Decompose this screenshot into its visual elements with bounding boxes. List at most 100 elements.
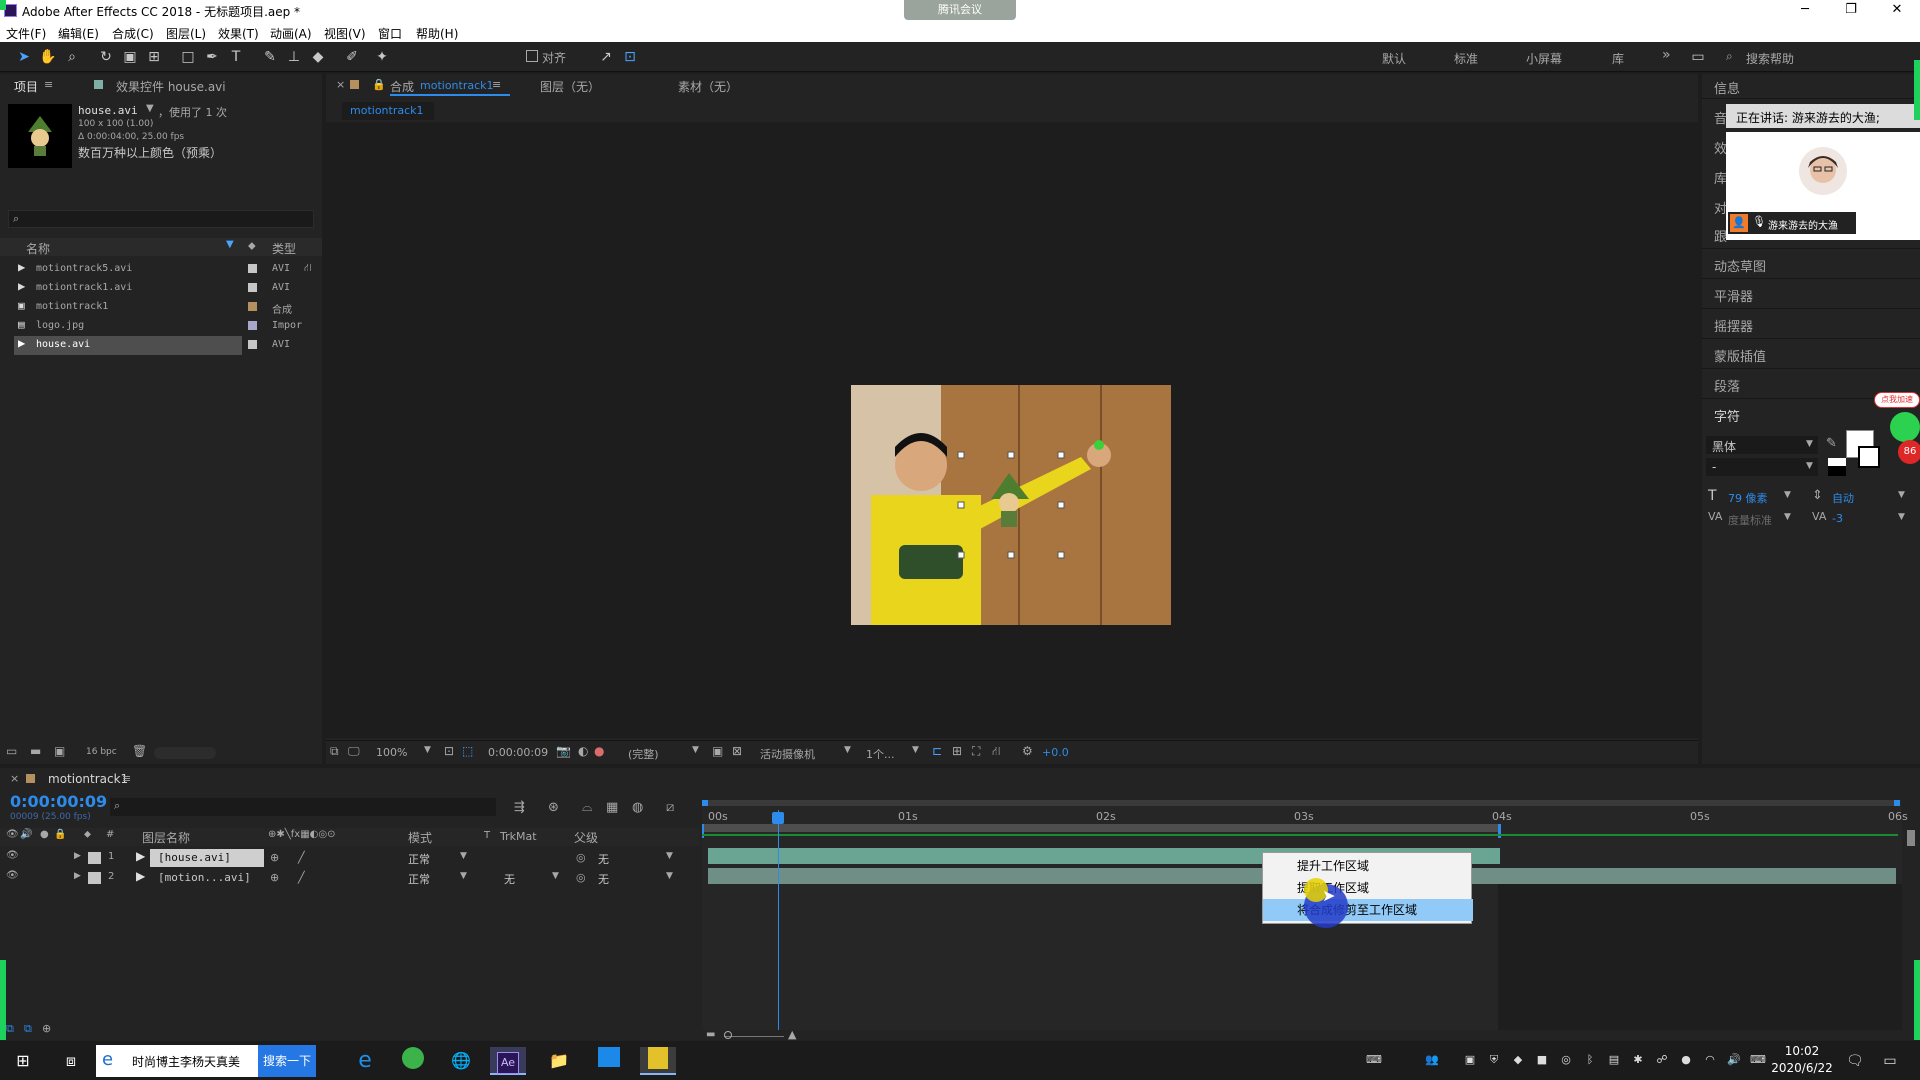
pickwhip-icon[interactable]: ◎	[576, 851, 586, 864]
views-dropdown-icon[interactable]: ▼	[912, 745, 919, 755]
clock-date[interactable]: 2020/6/22	[1764, 1061, 1840, 1075]
menu-animation[interactable]: 动画(A)	[270, 25, 312, 42]
menu-view[interactable]: 视图(V)	[324, 25, 366, 42]
close-tab-icon[interactable]: ×	[336, 78, 345, 91]
eraser-tool-icon[interactable]: ◆	[308, 47, 328, 67]
mask-interpolation-panel-tab[interactable]: 蒙版插值	[1714, 346, 1766, 365]
column-name[interactable]: 名称	[26, 240, 50, 257]
label-color-swatch[interactable]	[248, 283, 257, 292]
shy-switch-icon[interactable]: ⊕	[270, 851, 279, 864]
timing-toggle-icon[interactable]: ⊕	[42, 1022, 51, 1035]
tab-layer[interactable]: 图层（无）	[540, 78, 600, 95]
frame-blending-icon[interactable]: ▦	[606, 800, 618, 815]
search-help-field[interactable]: ⌕ 搜索帮助	[1722, 48, 1912, 66]
layer-mode[interactable]: 正常	[408, 851, 430, 867]
tray-nvidia-icon[interactable]: ■	[1534, 1053, 1550, 1069]
close-tab-icon[interactable]: ×	[10, 772, 19, 785]
quality-select[interactable]: (完整)	[628, 746, 659, 762]
layer-switches-toggle-icon[interactable]: ⧉	[6, 1022, 14, 1036]
project-item-selected[interactable]: ▶ house.avi AVI	[0, 336, 322, 355]
tray-shield-icon[interactable]: ◆	[1510, 1053, 1526, 1069]
wiggler-panel-tab[interactable]: 摇摆器	[1714, 316, 1753, 335]
globe-app-icon[interactable]: 🌐	[446, 1047, 476, 1075]
work-area-bar[interactable]	[702, 824, 1498, 832]
resolution-icon[interactable]: ⊡	[444, 744, 454, 758]
switches-header-icon[interactable]: ⊕✱╲fx▦◐◎⊙	[268, 829, 336, 840]
recorder-app-icon[interactable]	[640, 1047, 676, 1075]
column-type[interactable]: 类型	[272, 240, 296, 257]
eyedropper-icon[interactable]: ✎	[1826, 436, 1837, 451]
speed-ball[interactable]	[1890, 412, 1920, 442]
snap-icon[interactable]: ↗	[596, 47, 616, 67]
thumbnail-slider[interactable]	[154, 747, 216, 759]
tracking-dropdown-icon[interactable]: ▼	[1898, 512, 1905, 522]
asset-dropdown-icon[interactable]: ▼	[146, 103, 154, 114]
video-visible-icon[interactable]: 👁	[6, 870, 19, 881]
label-color-swatch[interactable]	[248, 340, 257, 349]
roto-brush-tool-icon[interactable]: ✐	[342, 47, 362, 67]
layer-row[interactable]: 👁 ▶ 1 ▶ [house.avi] ⊕ ╱ 正常 ▼ ◎ 无 ▼	[0, 848, 700, 868]
zoom-select[interactable]: 100%	[376, 746, 407, 759]
notification-icon[interactable]: ▭	[1882, 1053, 1898, 1069]
expand-layer-icon[interactable]: ▶	[74, 851, 81, 861]
taskbar-search-button[interactable]: 搜索一下	[258, 1045, 316, 1077]
column-mode[interactable]: 模式	[408, 829, 432, 846]
always-preview-icon[interactable]: ⧉	[330, 744, 339, 759]
minimize-button[interactable]: ─	[1782, 0, 1828, 22]
menu-window[interactable]: 窗口	[378, 25, 402, 42]
action-center-icon[interactable]: 🗨	[1846, 1053, 1864, 1069]
video-switch-icon[interactable]: 👁	[6, 829, 19, 840]
label-column-icon[interactable]: ⬥	[248, 239, 256, 253]
layer-row[interactable]: 👁 ▶ 2 ▶ [motion...avi] ⊕ ╱ 正常 ▼ 无 ▼ ◎ 无 …	[0, 868, 700, 888]
interpret-footage-icon[interactable]: ▭	[6, 744, 17, 758]
task-view-icon[interactable]: ⧈	[56, 1047, 86, 1075]
wechat-icon[interactable]	[398, 1047, 428, 1075]
panel-menu-icon[interactable]: ≡	[122, 772, 131, 785]
workspace-overflow-icon[interactable]: »	[1662, 47, 1671, 63]
column-trkmat[interactable]: TrkMat	[500, 830, 537, 843]
transparency-grid-icon[interactable]: ⊠	[732, 744, 742, 758]
comp-tab-prefix[interactable]: 合成	[390, 78, 414, 95]
menu-composition[interactable]: 合成(C)	[112, 25, 154, 42]
stroke-color-box[interactable]	[1858, 446, 1880, 468]
comp-mini-flowchart-icon[interactable]: ⇶	[514, 800, 525, 815]
snap-target-icon[interactable]: ⊡	[620, 47, 640, 67]
comp-flowchart-icon[interactable]: ⛶	[972, 744, 980, 759]
new-folder-icon[interactable]: ▬	[30, 744, 41, 758]
menu-item-trim-comp-to-work-area[interactable]: 将合成修剪至工作区域	[1263, 899, 1473, 921]
kerning-dropdown-icon[interactable]: ▼	[1784, 512, 1791, 522]
video-visible-icon[interactable]: 👁	[6, 850, 19, 861]
column-layer-name[interactable]: 图层名称	[142, 829, 190, 846]
zoom-dropdown-icon[interactable]: ▼	[424, 745, 431, 755]
solo-switch-icon[interactable]: ●	[40, 829, 49, 840]
paragraph-panel-tab[interactable]: 段落	[1714, 376, 1740, 395]
info-panel-tab[interactable]: 信息	[1714, 78, 1740, 97]
shy-layers-icon[interactable]: ⌓	[582, 800, 592, 815]
font-size-dropdown-icon[interactable]: ▼	[1784, 490, 1791, 500]
label-color-swatch[interactable]	[248, 264, 257, 273]
project-search-input[interactable]: ⌕	[8, 210, 314, 228]
timeline-search-input[interactable]: ⌕	[110, 798, 496, 816]
video-call-window[interactable]: 👤 🎙 游来游去的大渔	[1726, 132, 1920, 240]
fast-preview-icon[interactable]: ⊏	[932, 744, 942, 758]
show-channel-icon[interactable]: ◐	[578, 744, 588, 758]
layer-name[interactable]: [house.avi]	[158, 851, 231, 864]
selection-tool-icon[interactable]: ➤	[14, 47, 34, 67]
motion-sketch-panel-tab[interactable]: 动态草图	[1714, 256, 1766, 275]
leading-value[interactable]: 自动	[1832, 490, 1854, 506]
people-icon[interactable]: 👥	[1424, 1053, 1440, 1069]
label-color-swatch[interactable]	[248, 321, 257, 330]
panel-menu-icon[interactable]: ≡	[44, 78, 53, 91]
menu-item-extract-work-area[interactable]: 提取工作区域	[1263, 877, 1473, 899]
quality-dropdown-icon[interactable]: ▼	[692, 745, 699, 755]
delete-icon[interactable]: 🗑	[132, 744, 147, 758]
motion-blur-icon[interactable]: ◍	[632, 800, 643, 815]
layer-label-color[interactable]	[88, 872, 101, 884]
brush-tool-icon[interactable]: ✎	[260, 47, 280, 67]
panel-menu-icon[interactable]: ≡	[492, 78, 501, 91]
workspace-small-screen[interactable]: 小屏幕	[1526, 50, 1562, 67]
toggle-mask-icon[interactable]: ⬚	[462, 744, 473, 758]
mode-dropdown-icon[interactable]: ▼	[460, 871, 467, 881]
after-effects-taskbar-icon[interactable]: Ae	[490, 1047, 526, 1075]
puppet-pin-tool-icon[interactable]: ✦	[372, 47, 392, 67]
